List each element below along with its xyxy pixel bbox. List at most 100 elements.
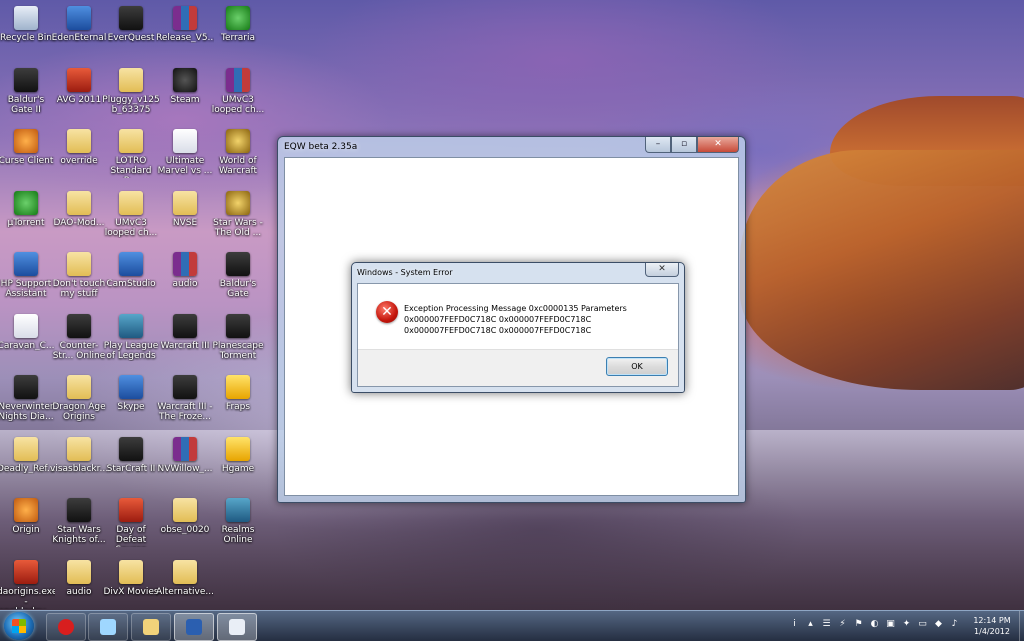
desktop-icon[interactable]: Alternative... [156, 556, 214, 611]
desktop-icon-label: Don't touch my stuff [52, 279, 106, 299]
desktop-icon[interactable]: audio [156, 248, 214, 306]
desktop-icon[interactable]: Dragon Age Origins [50, 371, 108, 429]
desktop-icon-label: Star Wars Knights of... [52, 525, 106, 545]
desktop-icon[interactable]: Planescape Torment [209, 310, 267, 368]
desktop-icon[interactable]: Day of Defeat Source [102, 494, 160, 552]
ok-button[interactable]: OK [606, 357, 668, 376]
desktop[interactable]: Recycle Bin EdenEternal EverQuest Release_V… [0, 0, 1024, 610]
desktop-icon[interactable]: daorigins.exe -enabledev... [0, 556, 55, 611]
desktop-icon[interactable]: Ultimate Marvel vs ... [156, 125, 214, 183]
taskbar-button[interactable] [174, 613, 214, 641]
desktop-icon-label: HP Support Assistant [0, 279, 52, 299]
desktop-icon[interactable]: obse_0020 [156, 494, 214, 552]
desktop-icon[interactable]: Origin [0, 494, 55, 552]
desktop-icon[interactable]: Fraps [209, 371, 267, 429]
minimize-button[interactable]: – [645, 137, 671, 153]
warcraft-iii-icon [173, 375, 197, 399]
desktop-icon-label: NVWillow_... [157, 463, 213, 474]
tray-icon-5[interactable]: ▣ [885, 619, 896, 630]
tray-icon-1[interactable]: ☰ [821, 619, 832, 630]
taskbar-button[interactable] [131, 613, 171, 641]
clock[interactable]: 12:14 PM 1/4/2012 [964, 615, 1020, 637]
desktop-icon[interactable]: DAO-Mod... [50, 187, 108, 245]
tray-icon-7[interactable]: ▭ [917, 619, 928, 630]
fraps-icon [226, 375, 250, 399]
desktop-icon-label: override [60, 156, 98, 166]
desktop-icon[interactable]: AVG 2011 [50, 64, 108, 122]
taskbar-button[interactable] [217, 613, 257, 641]
close-button[interactable]: ✕ [697, 137, 739, 153]
desktop-icon[interactable]: Release_V5... [156, 2, 214, 60]
tray-icon-4[interactable]: ◐ [869, 619, 880, 630]
desktop-icon[interactable]: Star Wars Knights of... [50, 494, 108, 552]
desktop-icon[interactable]: World of Warcraft [209, 125, 267, 183]
show-hidden-icons-chevron-icon[interactable]: ▴ [805, 619, 816, 630]
maximize-button[interactable]: ▫ [671, 137, 697, 153]
desktop-icon[interactable]: Warcraft III - The Froze... [156, 371, 214, 429]
desktop-icon[interactable]: Warcraft III [156, 310, 214, 368]
desktop-icon[interactable]: Caravan_C... [0, 310, 55, 368]
desktop-icon[interactable]: Don't touch my stuff [50, 248, 108, 306]
desktop-icon[interactable]: override [50, 125, 108, 183]
desktop-icon[interactable]: EverQuest [102, 2, 160, 60]
desktop-icon[interactable]: Steam [156, 64, 214, 122]
league-of-legends-icon [119, 313, 143, 338]
desktop-icon[interactable]: Skype [102, 371, 160, 429]
desktop-icon[interactable]: HP Support Assistant [0, 248, 55, 306]
desktop-icon-label: Baldur's Gate II [7, 94, 45, 115]
desktop-icon[interactable]: Neverwinter Nights Dia... [0, 371, 55, 429]
start-button[interactable] [4, 612, 34, 640]
everquest-taskbar-icon [186, 619, 202, 635]
desktop-icon[interactable]: NVWillow_... [156, 433, 214, 491]
desktop-icon[interactable]: Play League of Legends [102, 310, 160, 368]
desktop-icon-label: Warcraft III - The Froze... [157, 402, 213, 422]
folder-icon [119, 67, 143, 92]
desktop-icon-label: World of Warcraft [218, 156, 258, 176]
desktop-icon[interactable]: visasblackr... [50, 433, 108, 491]
desktop-icon[interactable]: CamStudio [102, 248, 160, 306]
desktop-icon[interactable]: audio [50, 556, 108, 611]
desktop-icon[interactable]: LOTRO Standard R... [102, 125, 160, 183]
desktop-icon[interactable]: Baldur's Gate [209, 248, 267, 306]
desktop-icon[interactable]: Baldur's Gate II [0, 64, 55, 122]
neverwinter-nights-icon [14, 375, 38, 399]
desktop-icon[interactable]: StarCraft II [102, 433, 160, 491]
desktop-icon[interactable]: NVSE [156, 187, 214, 245]
desktop-icon[interactable]: DivX Movies [102, 556, 160, 611]
desktop-icon[interactable]: Terraria [209, 2, 267, 60]
desktop-icon-label: Warcraft III [160, 340, 210, 351]
desktop-icon-label: CamStudio [106, 279, 156, 289]
show-desktop-button[interactable] [1019, 611, 1024, 641]
desktop-icon[interactable]: Deadly_Ref... [0, 433, 55, 491]
winrar-archive-icon [226, 67, 250, 92]
desktop-icon[interactable]: Pluggy_v125 b_63375 [102, 64, 160, 122]
desktop-icon[interactable]: Recycle Bin [0, 2, 55, 60]
folder-icon [67, 559, 91, 584]
desktop-icon[interactable]: µTorrent [0, 187, 55, 245]
desktop-icon[interactable]: Hgame [209, 433, 267, 491]
desktop-icon[interactable]: Realms Online [209, 494, 267, 552]
tray-icon-6[interactable]: ✦ [901, 619, 912, 630]
tray-icon-3[interactable]: ⚑ [853, 619, 864, 630]
file-explorer-icon [143, 619, 159, 635]
desktop-icon[interactable]: EdenEternal [50, 2, 108, 60]
action-center-info-icon[interactable]: i [789, 619, 800, 630]
desktop-icon-label: NVSE [172, 217, 198, 228]
desktop-icon-label: Origin [12, 525, 40, 535]
volume-icon[interactable]: ♪ [949, 619, 960, 630]
everquest-icon [119, 6, 143, 30]
taskbar-button[interactable] [88, 613, 128, 641]
folder-icon [14, 436, 38, 461]
desktop-icon[interactable]: Star Wars - The Old ... [209, 187, 267, 245]
desktop-icon-label: Baldur's Gate [219, 279, 257, 299]
desktop-icon[interactable]: UMvC3 looped ch... [102, 187, 160, 245]
desktop-icon[interactable]: Counter-Str... Online [50, 310, 108, 368]
system-error-dialog[interactable]: Windows - System Error ✕ ✕ Exception Pro… [351, 262, 685, 393]
dialog-close-button[interactable]: ✕ [645, 263, 679, 277]
tray-icon-8[interactable]: ◆ [933, 619, 944, 630]
desktop-icon[interactable]: Curse Client [0, 125, 55, 183]
folder-icon [119, 129, 143, 153]
taskbar-button[interactable] [46, 613, 86, 641]
desktop-icon[interactable]: UMvC3 looped ch... [209, 64, 267, 122]
tray-icon-2[interactable]: ⚡ [837, 619, 848, 630]
